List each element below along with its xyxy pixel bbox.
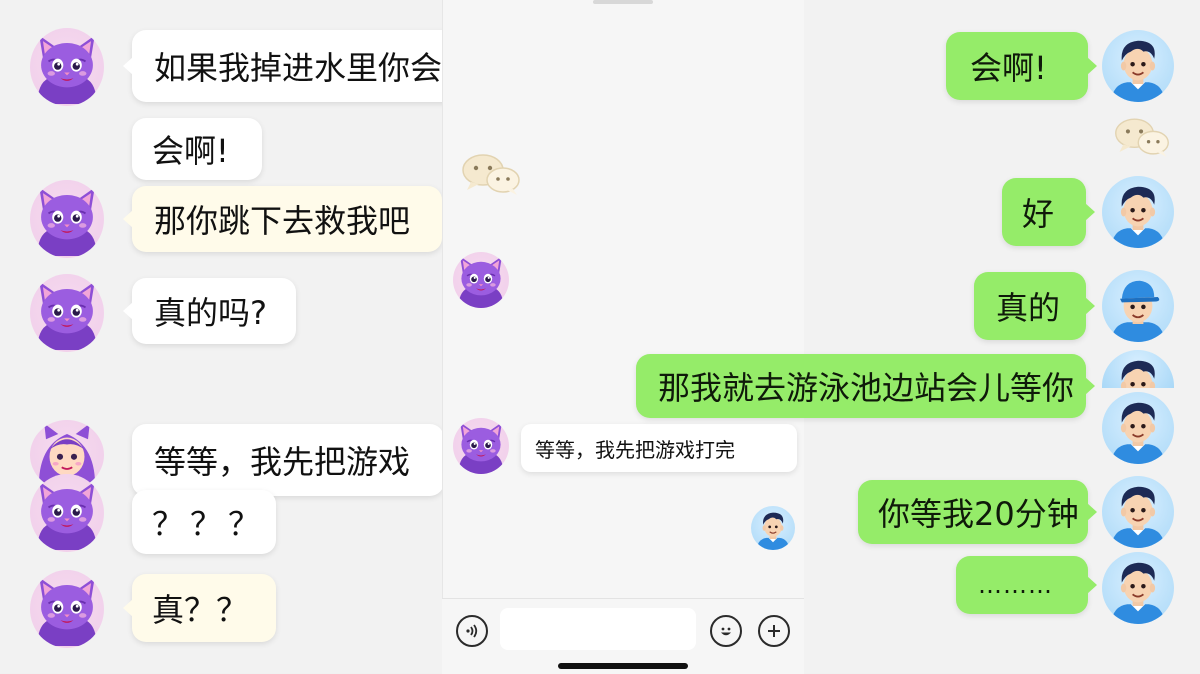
boy-icon [1102,350,1174,388]
cat-icon [453,418,509,474]
add-button[interactable] [758,615,790,647]
message-bubble-incoming[interactable]: 真的吗? [123,278,296,344]
message-text: 等等，我先把游戏打完 [535,437,735,462]
message-text: 会啊! [970,49,1047,87]
boy-icon [1102,392,1174,464]
boy-with-cap-icon [1102,270,1174,342]
message-bubble-incoming[interactable]: 那你跳下去救我吧 [123,186,442,252]
cat-avatar[interactable] [30,474,104,552]
plus-icon [768,625,780,637]
cat-avatar[interactable] [30,28,104,106]
boy-avatar[interactable] [1102,476,1174,548]
message-bubble-incoming[interactable]: 会啊! [132,118,262,180]
message-text: 那你跳下去救我吧 [154,202,411,240]
message-text: 那我就去游泳池边站会儿等你 [658,369,1075,407]
boy-avatar[interactable] [1102,30,1174,102]
cat-icon [30,274,104,352]
boy-icon [1102,30,1174,102]
cat-avatar[interactable] [453,252,509,308]
emoji-button[interactable] [710,615,742,647]
boy-cap-avatar[interactable] [1102,270,1174,342]
message-bubble-outgoing[interactable]: 会啊! [946,32,1097,100]
cat-avatar[interactable] [30,570,104,648]
boy-avatar[interactable] [1102,392,1174,464]
message-text: ……… [978,571,1053,599]
cat-icon [30,474,104,552]
message-text: 你等我20分钟 [878,495,1079,533]
message-bubble-incoming[interactable]: 等等，我先把游戏打完 [521,424,797,472]
cat-icon [453,252,509,308]
message-text: 真的吗? [154,294,267,332]
voice-button[interactable] [456,615,488,647]
message-bubble-outgoing[interactable]: 那我就去游泳池边站会儿等你 [636,354,1095,418]
boy-icon [1102,176,1174,248]
left-chat-panel: 如果我掉进水里你会救我吗? 会啊! 那你跳下去救我吧 真的吗? 等等，我先把游戏… [0,0,616,673]
cat-avatar[interactable] [30,180,104,258]
message-bubble-incoming[interactable]: 真？？ [123,574,276,642]
cat-avatar[interactable] [30,274,104,352]
message-text: 会啊! [152,132,229,170]
message-text: 真？？ [152,591,249,629]
boy-avatar[interactable] [1102,552,1174,624]
message-text: 真的 [996,289,1061,327]
boy-avatar[interactable] [751,506,795,550]
right-chat-panel: 会啊! 好 真的 那我就去游泳池边站会儿等你 你等我20分钟 ……… [636,0,1200,673]
cat-icon [30,180,104,258]
message-input[interactable] [500,608,696,650]
message-bubble-outgoing[interactable]: 好 [1002,178,1095,246]
message-bubble-outgoing[interactable]: ……… [956,556,1097,614]
home-indicator [558,663,688,669]
message-bubble-incoming[interactable]: 等等，我先把游戏 [132,424,444,496]
cat-avatar[interactable] [453,418,509,474]
message-bubble-outgoing[interactable]: 你等我20分钟 [858,480,1097,544]
chat-input-bar [442,598,804,674]
boy-icon [1102,552,1174,624]
voice-icon [466,624,478,638]
cat-icon [30,28,104,106]
wechat-emoji-sticker-icon [459,152,523,196]
message-bubble-incoming[interactable]: ？？？ [132,490,276,554]
top-notch [593,0,653,4]
message-bubble-outgoing[interactable]: 真的 [974,272,1095,340]
boy-avatar[interactable] [1102,176,1174,248]
boy-icon [751,506,795,550]
emoji-icon [721,627,731,636]
message-text: 等等，我先把游戏 [154,443,411,481]
middle-chat-panel: 等等，我先把游戏打完 [442,0,806,673]
boy-avatar[interactable] [1102,350,1174,388]
boy-icon [1102,476,1174,548]
cat-icon [30,570,104,648]
wechat-emoji-sticker-icon [1112,116,1172,158]
message-text: 好 [1022,195,1055,233]
message-text: ？？？ [152,505,267,543]
